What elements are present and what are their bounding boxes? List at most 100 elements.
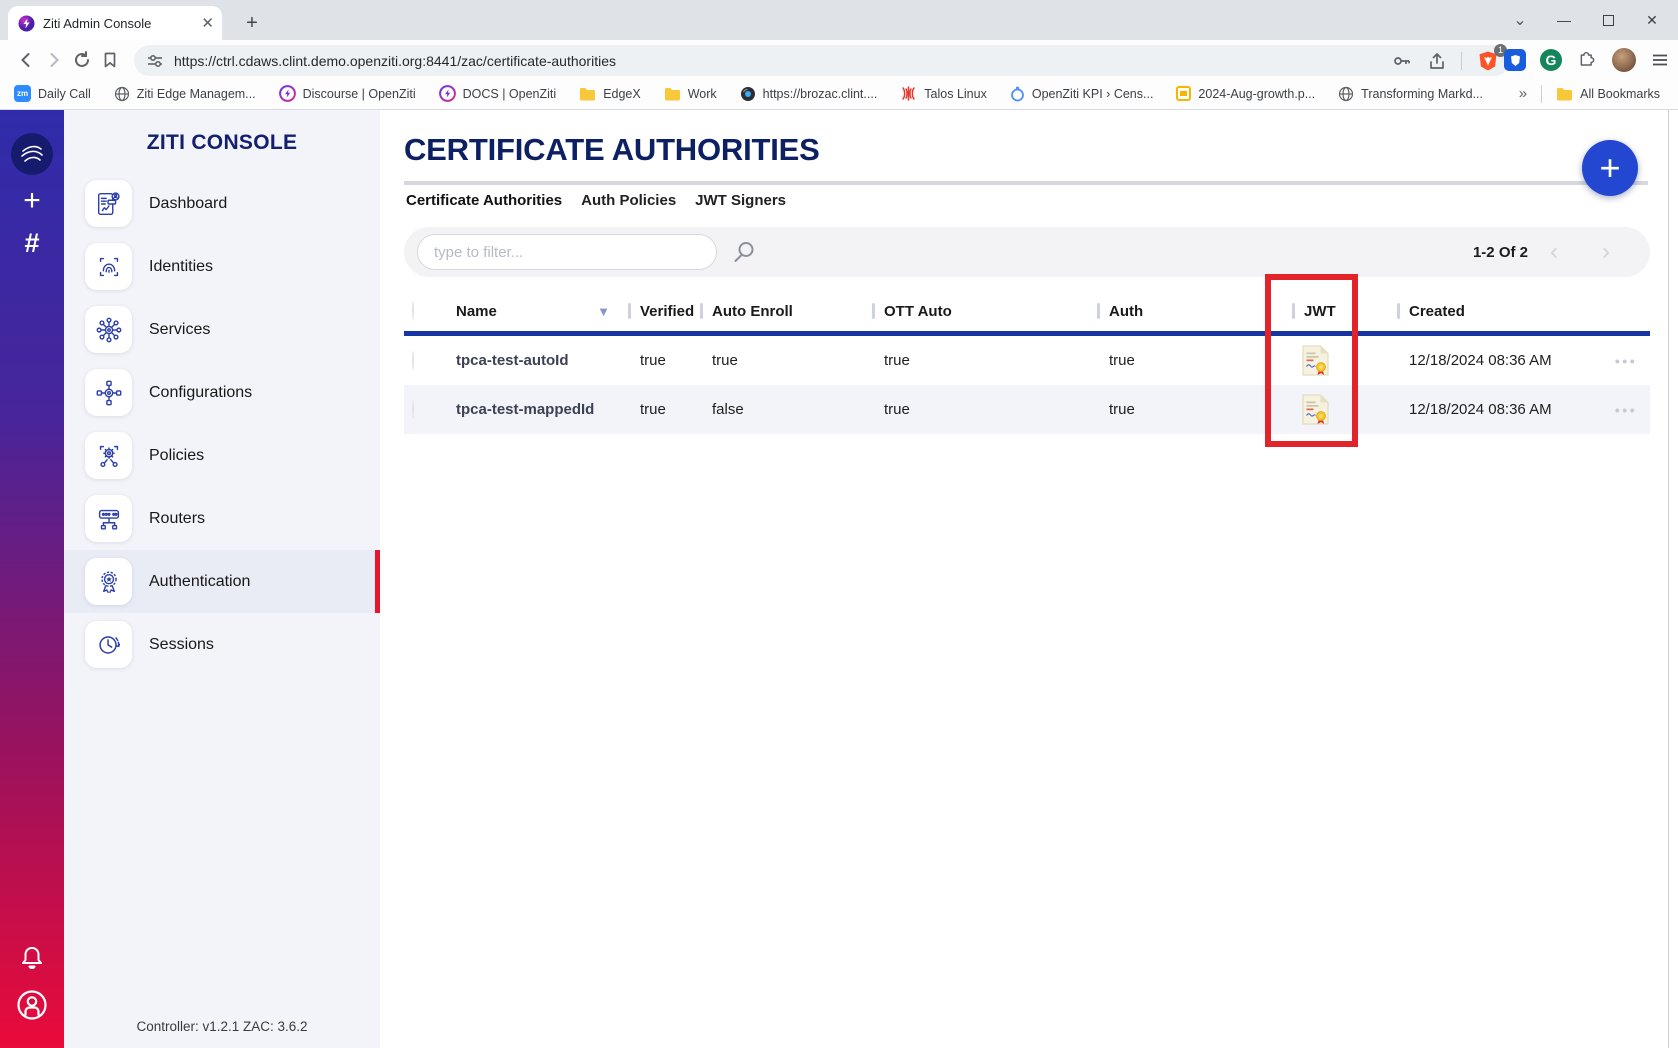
sidebar-item-routers[interactable]: Routers [64, 487, 380, 550]
configurations-icon [85, 369, 132, 416]
sidebar-item-configurations[interactable]: Configurations [64, 361, 380, 424]
bookmark-docs-openziti[interactable]: DOCS | OpenZiti [439, 85, 557, 102]
certificate-jwt-icon[interactable] [1302, 345, 1329, 376]
sidebar-item-dashboard[interactable]: Dashboard [64, 172, 380, 235]
zoom-icon: zm [14, 85, 31, 102]
sidebar-item-label: Authentication [149, 573, 250, 591]
sidebar-item-identities[interactable]: Identities [64, 235, 380, 298]
url-text: https://ctrl.cdaws.clint.demo.openziti.o… [174, 53, 1391, 69]
reload-icon[interactable] [68, 46, 96, 74]
bookmark-work[interactable]: Work [664, 87, 717, 101]
extension-area: G [1504, 44, 1670, 76]
profile-avatar[interactable] [1612, 48, 1636, 72]
page-edge-line [1668, 110, 1669, 1048]
ca-name[interactable]: tpca-test-autoId [456, 352, 628, 369]
filter-input[interactable] [417, 234, 717, 270]
tab-jwt-signers[interactable]: JWT Signers [695, 192, 786, 209]
extensions-puzzle-icon[interactable] [1576, 49, 1598, 71]
bookmark-brozac[interactable]: https://brozac.clint.... [740, 86, 878, 102]
row-select-checkbox[interactable] [412, 351, 414, 370]
address-bar[interactable]: https://ctrl.cdaws.clint.demo.openziti.o… [134, 45, 1510, 76]
column-header-jwt: JWT [1292, 303, 1397, 320]
subtabs: Certificate Authorities Auth Policies JW… [406, 192, 786, 209]
sidebar-item-sessions[interactable]: Sessions [64, 613, 380, 676]
bookmark-edgex[interactable]: EdgeX [579, 87, 641, 101]
search-icon[interactable] [732, 240, 756, 264]
menu-hamburger-icon[interactable] [1650, 50, 1670, 70]
sidebar-item-label: Routers [149, 510, 205, 528]
bookmark-discourse[interactable]: Discourse | OpenZiti [279, 85, 416, 102]
maximize-icon[interactable] [1586, 0, 1630, 40]
bookmark-ziti-edge[interactable]: Ziti Edge Managem... [114, 86, 256, 102]
notifications-bell-icon[interactable] [18, 944, 46, 972]
screen: Ziti Admin Console ✕ + ⌄ — ✕ https://ctr… [0, 0, 1678, 1048]
browser-titlebar: Ziti Admin Console ✕ + ⌄ — ✕ [0, 0, 1678, 40]
close-window-icon[interactable]: ✕ [1630, 0, 1674, 40]
forward-icon[interactable] [40, 46, 68, 74]
pagination-next-icon[interactable]: › [1580, 240, 1632, 264]
add-certificate-authority-button[interactable]: + [1582, 140, 1638, 196]
bitwarden-icon[interactable] [1504, 49, 1526, 71]
site-settings-icon[interactable] [146, 52, 164, 70]
bookmark-talos[interactable]: Talos Linux [900, 86, 987, 101]
column-separator [1097, 303, 1100, 319]
row-select-checkbox[interactable] [412, 400, 414, 419]
bookmark-daily-call[interactable]: zm Daily Call [14, 85, 91, 102]
password-key-icon[interactable] [1391, 50, 1413, 72]
grammarly-icon[interactable]: G [1540, 49, 1562, 71]
column-header-name[interactable]: Name ▼ [456, 303, 628, 320]
back-icon[interactable] [12, 46, 40, 74]
sidebar-item-policies[interactable]: Policies [64, 424, 380, 487]
tab-certificate-authorities[interactable]: Certificate Authorities [406, 192, 562, 209]
window-controls: ⌄ — ✕ [1498, 0, 1674, 40]
bookmark-transforming[interactable]: Transforming Markd... [1338, 86, 1483, 102]
minimize-icon[interactable]: — [1542, 0, 1586, 40]
auto-enroll-value: false [700, 401, 872, 418]
certificate-authorities-table: Name ▼ Verified Auto Enroll OTT Auto Aut… [404, 291, 1650, 434]
sidebar-item-label: Identities [149, 258, 213, 276]
title-divider [404, 181, 1648, 185]
folder-icon [664, 87, 681, 101]
sidebar-item-authentication[interactable]: Authentication [64, 550, 380, 613]
verified-value: true [628, 352, 700, 369]
rail-hash-icon[interactable]: # [0, 228, 64, 259]
rail-add-icon[interactable]: + [0, 184, 64, 218]
verified-value: true [628, 401, 700, 418]
select-all-checkbox[interactable] [412, 301, 414, 320]
row-menu-icon[interactable]: ••• [1602, 353, 1650, 369]
share-icon[interactable] [1427, 51, 1447, 71]
policies-icon [85, 432, 132, 479]
tab-close-icon[interactable]: ✕ [201, 16, 214, 31]
routers-icon [85, 495, 132, 542]
all-bookmarks-button[interactable]: All Bookmarks [1556, 87, 1660, 101]
pagination-prev-icon[interactable]: ‹ [1528, 240, 1580, 264]
certificate-jwt-icon[interactable] [1302, 394, 1329, 425]
left-rail: + # [0, 110, 64, 1048]
services-icon [85, 306, 132, 353]
bookmark-icon[interactable] [96, 46, 124, 74]
ziti-console-app: + # ZITI CONSOLE Dashboard [0, 110, 1678, 1048]
profile-icon[interactable] [15, 988, 49, 1022]
sidebar-item-label: Services [149, 321, 210, 339]
sidebar-title: ZITI CONSOLE [64, 131, 380, 155]
tab-title: Ziti Admin Console [43, 16, 193, 31]
bookmark-openziti-kpi[interactable]: OpenZiti KPI › Cens... [1010, 86, 1154, 102]
new-tab-button[interactable]: + [238, 9, 266, 37]
tab-auth-policies[interactable]: Auth Policies [581, 192, 676, 209]
sidebar-item-label: Sessions [149, 636, 214, 654]
folder-icon [579, 87, 596, 101]
main-content: CERTIFICATE AUTHORITIES + Certificate Au… [380, 110, 1678, 1048]
ziti-favicon-icon [18, 15, 35, 32]
sort-chevron-icon[interactable]: ▼ [597, 304, 610, 319]
brave-shield-icon[interactable]: 1 [1476, 49, 1500, 73]
slides-icon [1176, 86, 1191, 101]
tab-search-icon[interactable]: ⌄ [1498, 0, 1542, 40]
browser-tab[interactable]: Ziti Admin Console ✕ [8, 6, 222, 40]
ca-name[interactable]: tpca-test-mappedId [456, 401, 628, 418]
sidebar-item-services[interactable]: Services [64, 298, 380, 361]
bookmark-growth-doc[interactable]: 2024-Aug-growth.p... [1176, 86, 1315, 101]
ott-auto-value: true [872, 352, 1097, 369]
row-menu-icon[interactable]: ••• [1602, 402, 1650, 418]
bookmarks-overflow-icon[interactable]: » [1519, 85, 1527, 102]
ziti-logo-icon[interactable] [11, 133, 53, 175]
